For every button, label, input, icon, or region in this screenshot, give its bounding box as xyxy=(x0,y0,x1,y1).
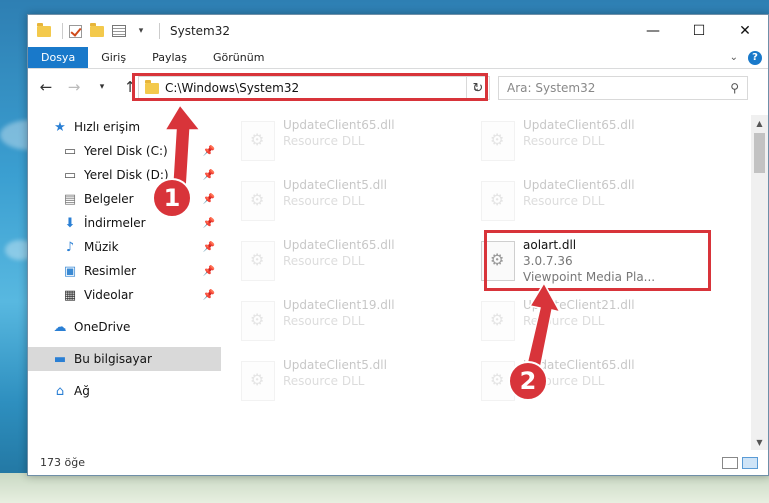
properties-icon[interactable] xyxy=(111,23,127,39)
document-icon: ▤ xyxy=(63,191,77,207)
new-folder-icon[interactable] xyxy=(89,22,105,39)
drive-icon: ▭ xyxy=(63,143,77,159)
tiles-view-icon[interactable] xyxy=(742,457,758,469)
dll-file-icon xyxy=(241,181,275,221)
dll-file-icon xyxy=(481,121,515,161)
video-icon: ▦ xyxy=(63,287,77,303)
dll-file-icon xyxy=(481,301,515,341)
sidebar-item-videos[interactable]: ▦ Videolar 📌 xyxy=(28,283,221,307)
minimize-button[interactable]: — xyxy=(630,15,676,47)
scroll-up-icon[interactable]: ▲ xyxy=(751,115,768,131)
forward-button[interactable]: → xyxy=(62,75,86,99)
cloud-icon: ☁ xyxy=(53,319,67,335)
file-item[interactable]: UpdateClient65.dllResource DLL xyxy=(461,115,691,169)
tab-home[interactable]: Giriş xyxy=(88,47,139,68)
file-item[interactable]: UpdateClient65.dllResource DLL xyxy=(221,235,451,289)
sidebar-item-music[interactable]: ♪ Müzik 📌 xyxy=(28,235,221,259)
scroll-thumb[interactable] xyxy=(754,133,765,173)
folder-icon xyxy=(36,22,52,39)
sidebar-item-downloads[interactable]: ⬇ İndirmeler 📌 xyxy=(28,211,221,235)
pin-icon[interactable]: 📌 xyxy=(203,290,215,301)
close-button[interactable]: ✕ xyxy=(722,15,768,47)
title-bar: ▾ System32 — ☐ ✕ xyxy=(28,15,768,47)
file-item[interactable]: UpdateClient65.dllResource DLL xyxy=(461,175,691,229)
maximize-button[interactable]: ☐ xyxy=(676,15,722,47)
file-item[interactable]: UpdateClient5.dllResource DLL xyxy=(221,175,451,229)
pin-icon[interactable]: 📌 xyxy=(203,218,215,229)
address-highlight-box xyxy=(132,73,488,101)
network-icon: ⌂ xyxy=(55,383,65,399)
tab-view[interactable]: Görünüm xyxy=(200,47,277,68)
search-icon: ⚲ xyxy=(730,81,739,95)
dll-file-icon xyxy=(481,181,515,221)
file-item[interactable]: UpdateClient65.dllResource DLL xyxy=(221,115,451,169)
search-placeholder: Ara: System32 xyxy=(507,81,596,95)
pictures-icon: ▣ xyxy=(63,263,77,279)
music-icon: ♪ xyxy=(65,239,75,255)
view-switcher xyxy=(722,457,758,469)
dll-file-icon xyxy=(241,121,275,161)
details-view-icon[interactable] xyxy=(722,457,738,469)
scroll-down-icon[interactable]: ▼ xyxy=(751,434,768,450)
sidebar-item-onedrive[interactable]: ☁ OneDrive xyxy=(28,315,221,339)
customize-chevron-icon[interactable]: ▾ xyxy=(133,23,149,39)
search-input[interactable]: Ara: System32 ⚲ xyxy=(498,76,748,100)
item-count: 173 öğe xyxy=(40,455,85,469)
file-item[interactable]: UpdateClient19.dllResource DLL xyxy=(221,295,451,349)
window-title: System32 xyxy=(170,24,231,38)
dll-file-icon xyxy=(241,361,275,401)
file-item[interactable]: UpdateClient21.dllResource DLL xyxy=(461,295,691,349)
file-item[interactable]: UpdateClient5.dllResource DLL xyxy=(221,355,451,409)
pin-icon[interactable]: 📌 xyxy=(203,266,215,277)
drive-icon: ▭ xyxy=(63,167,77,183)
step-badge-2: 2 xyxy=(508,361,548,401)
file-item[interactable]: UpdateClient65.dllResource DLL xyxy=(461,355,691,409)
ribbon-tabs: Dosya Giriş Paylaş Görünüm ⌄ ? xyxy=(28,47,768,69)
star-icon: ★ xyxy=(54,119,66,135)
help-icon[interactable]: ? xyxy=(748,50,762,65)
divider xyxy=(159,23,160,39)
tab-file[interactable]: Dosya xyxy=(28,47,89,68)
sidebar-item-network[interactable]: ⌂ Ağ xyxy=(28,379,221,403)
step-badge-1: 1 xyxy=(152,178,192,218)
computer-icon: ▬ xyxy=(53,351,67,367)
sidebar-item-pictures[interactable]: ▣ Resimler 📌 xyxy=(28,259,221,283)
expand-ribbon-icon[interactable]: ⌄ xyxy=(730,52,738,63)
dll-file-icon xyxy=(241,301,275,341)
properties-check-icon[interactable] xyxy=(67,23,83,39)
vertical-scrollbar[interactable]: ▲ ▼ xyxy=(751,115,768,450)
recent-locations-icon[interactable]: ▾ xyxy=(90,75,114,99)
pin-icon[interactable]: 📌 xyxy=(203,242,215,253)
divider xyxy=(62,23,63,39)
status-bar: 173 öğe xyxy=(28,449,768,475)
back-button[interactable]: ← xyxy=(34,75,58,99)
tab-share[interactable]: Paylaş xyxy=(139,47,200,68)
sidebar-item-this-pc[interactable]: ▬ Bu bilgisayar xyxy=(28,347,221,371)
dll-file-icon xyxy=(241,241,275,281)
download-icon: ⬇ xyxy=(64,215,76,231)
